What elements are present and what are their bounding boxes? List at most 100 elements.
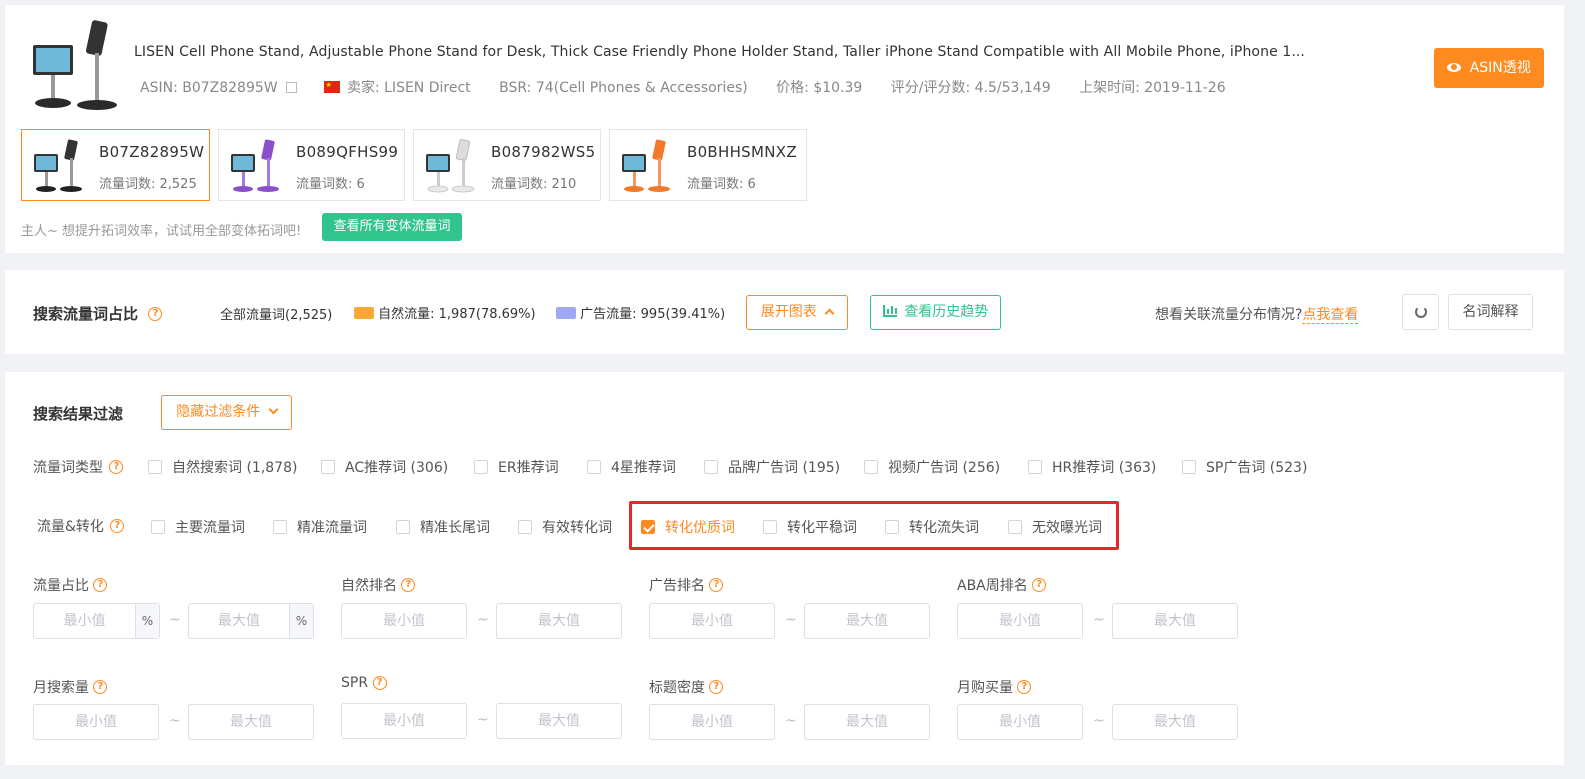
variant-card[interactable]: B089QFHS99 流量词数: 6 [218, 129, 405, 201]
conv-checkbox[interactable]: 转化平稳词 [763, 517, 857, 537]
conv-checkbox[interactable]: 精准长尾词 [396, 517, 490, 537]
type-checkbox[interactable]: HR推荐词 (363) [1028, 457, 1156, 477]
variant-count: 流量词数: 210 [491, 177, 577, 192]
checkbox-box[interactable] [1182, 460, 1196, 474]
help-icon[interactable]: ? [1017, 680, 1032, 694]
help-icon[interactable]: ? [109, 460, 124, 474]
help-icon[interactable]: ? [709, 578, 724, 592]
checkbox-box[interactable] [641, 520, 655, 534]
monthly-search-min-input[interactable]: 最小值 [33, 704, 159, 740]
checkbox-box[interactable] [587, 460, 601, 474]
checkbox-box[interactable] [864, 460, 878, 474]
type-checkbox[interactable]: 自然搜索词 (1,878) [148, 457, 297, 477]
natural-rank-max-input[interactable]: 最大值 [496, 603, 622, 639]
type-label-text: 流量词类型 [33, 460, 103, 476]
help-icon[interactable]: ? [93, 680, 108, 694]
type-checkbox[interactable]: 视频广告词 (256) [864, 457, 1000, 477]
natural-rank-min-input[interactable]: 最小值 [341, 603, 467, 639]
traffic-ratio-max-input[interactable]: 最大值% [188, 603, 314, 639]
traffic-ratio-min-input[interactable]: 最小值% [33, 603, 160, 639]
product-title[interactable]: LISEN Cell Phone Stand, Adjustable Phone… [134, 44, 1305, 60]
help-icon[interactable]: ? [401, 578, 416, 592]
hide-filters-button[interactable]: 隐藏过滤条件 [161, 395, 292, 430]
checkbox-label: AC推荐词 (306) [345, 460, 449, 476]
type-checkbox[interactable]: SP广告词 (523) [1182, 457, 1307, 477]
conv-checkbox[interactable]: 有效转化词 [518, 517, 612, 537]
type-checkbox[interactable]: ER推荐词 [474, 457, 559, 477]
chevron-up-icon [824, 308, 835, 319]
conv-checkbox[interactable]: 转化流失词 [885, 517, 979, 537]
range-separator: ~ [169, 612, 181, 628]
conv-checkbox[interactable]: 精准流量词 [273, 517, 367, 537]
checkbox-label: 转化优质词 [665, 520, 735, 536]
help-icon[interactable]: ? [110, 519, 125, 533]
field-label-text: 月购买量 [957, 680, 1013, 696]
title-density-min-input[interactable]: 最小值 [649, 704, 775, 740]
checkbox-box[interactable] [148, 460, 162, 474]
checkbox-box[interactable] [396, 520, 410, 534]
ad-rank-max-input[interactable]: 最大值 [804, 603, 930, 639]
range-separator: ~ [477, 712, 489, 728]
help-icon[interactable]: ? [1032, 578, 1047, 592]
variant-count: 流量词数: 6 [687, 177, 756, 192]
expand-chart-button[interactable]: 展开图表 [746, 295, 848, 330]
monthly-search-max-input[interactable]: 最大值 [188, 704, 314, 740]
range-separator: ~ [1093, 612, 1105, 628]
external-link-icon[interactable] [286, 82, 298, 93]
help-icon[interactable]: ? [372, 676, 387, 690]
refresh-button[interactable] [1402, 294, 1439, 330]
product-seller: 卖家: LISEN Direct [346, 80, 471, 96]
max-placeholder: 最大值 [218, 613, 260, 629]
history-trend-label: 查看历史趋势 [904, 304, 989, 320]
variant-count: 流量词数: 2,525 [99, 177, 197, 192]
hide-filters-label: 隐藏过滤条件 [176, 404, 261, 420]
variant-asin: B0BHHSMNXZ [687, 143, 797, 161]
type-checkbox[interactable]: 4星推荐词 [587, 457, 676, 477]
history-trend-button[interactable]: 查看历史趋势 [870, 295, 1001, 330]
monthly-purchase-max-input[interactable]: 最大值 [1112, 704, 1238, 740]
type-checkbox[interactable]: AC推荐词 (306) [321, 457, 448, 477]
checkbox-box[interactable] [273, 520, 287, 534]
spr-min-input[interactable]: 最小值 [341, 703, 467, 739]
type-checkbox[interactable]: 品牌广告词 (195) [704, 457, 840, 477]
aba-rank-min-input[interactable]: 最小值 [957, 603, 1083, 639]
monthly-purchase-min-input[interactable]: 最小值 [957, 704, 1083, 740]
checkbox-box[interactable] [151, 520, 165, 534]
variant-card[interactable]: B087982WS5 流量词数: 210 [413, 129, 601, 201]
conv-checkbox[interactable]: 转化优质词 [641, 517, 735, 537]
checkbox-box[interactable] [704, 460, 718, 474]
help-icon[interactable]: ? [709, 680, 724, 694]
china-flag-icon: ★ [323, 81, 340, 93]
product-rating: 评分/评分数: 4.5/53,149 [890, 80, 1051, 96]
spr-max-input[interactable]: 最大值 [496, 703, 622, 739]
view-all-variants-button[interactable]: 查看所有变体流量词 [322, 213, 462, 241]
field-label: 自然排名 ? [341, 575, 416, 595]
field-label: 月购买量 ? [957, 677, 1032, 697]
asin-view-button[interactable]: ASIN透视 [1434, 48, 1544, 88]
related-link[interactable]: 点我查看 [1302, 307, 1359, 324]
checkbox-label: HR推荐词 (363) [1052, 460, 1157, 476]
product-asin[interactable]: ASIN: B07Z82895W [140, 80, 278, 96]
chevron-down-icon [268, 404, 279, 415]
checkbox-box[interactable] [763, 520, 777, 534]
help-icon[interactable]: ? [148, 306, 163, 321]
checkbox-box[interactable] [321, 460, 335, 474]
conv-label: 流量&转化 ? [37, 516, 125, 536]
range-separator: ~ [1093, 713, 1105, 729]
variant-card[interactable]: B0BHHSMNXZ 流量词数: 6 [609, 129, 807, 201]
title-density-max-input[interactable]: 最大值 [804, 704, 930, 740]
checkbox-box[interactable] [474, 460, 488, 474]
conv-checkbox[interactable]: 无效曝光词 [1008, 517, 1102, 537]
checkbox-box[interactable] [885, 520, 899, 534]
checkbox-box[interactable] [1008, 520, 1022, 534]
checkbox-label: 4星推荐词 [611, 460, 676, 476]
checkbox-box[interactable] [1028, 460, 1042, 474]
ad-rank-min-input[interactable]: 最小值 [649, 603, 775, 639]
filter-title: 搜索结果过滤 [33, 405, 124, 423]
aba-rank-max-input[interactable]: 最大值 [1112, 603, 1238, 639]
checkbox-box[interactable] [518, 520, 532, 534]
glossary-button[interactable]: 名词解释 [1448, 294, 1533, 330]
variant-card[interactable]: B07Z82895W 流量词数: 2,525 [21, 129, 210, 201]
help-icon[interactable]: ? [93, 578, 108, 592]
conv-checkbox[interactable]: 主要流量词 [151, 517, 245, 537]
